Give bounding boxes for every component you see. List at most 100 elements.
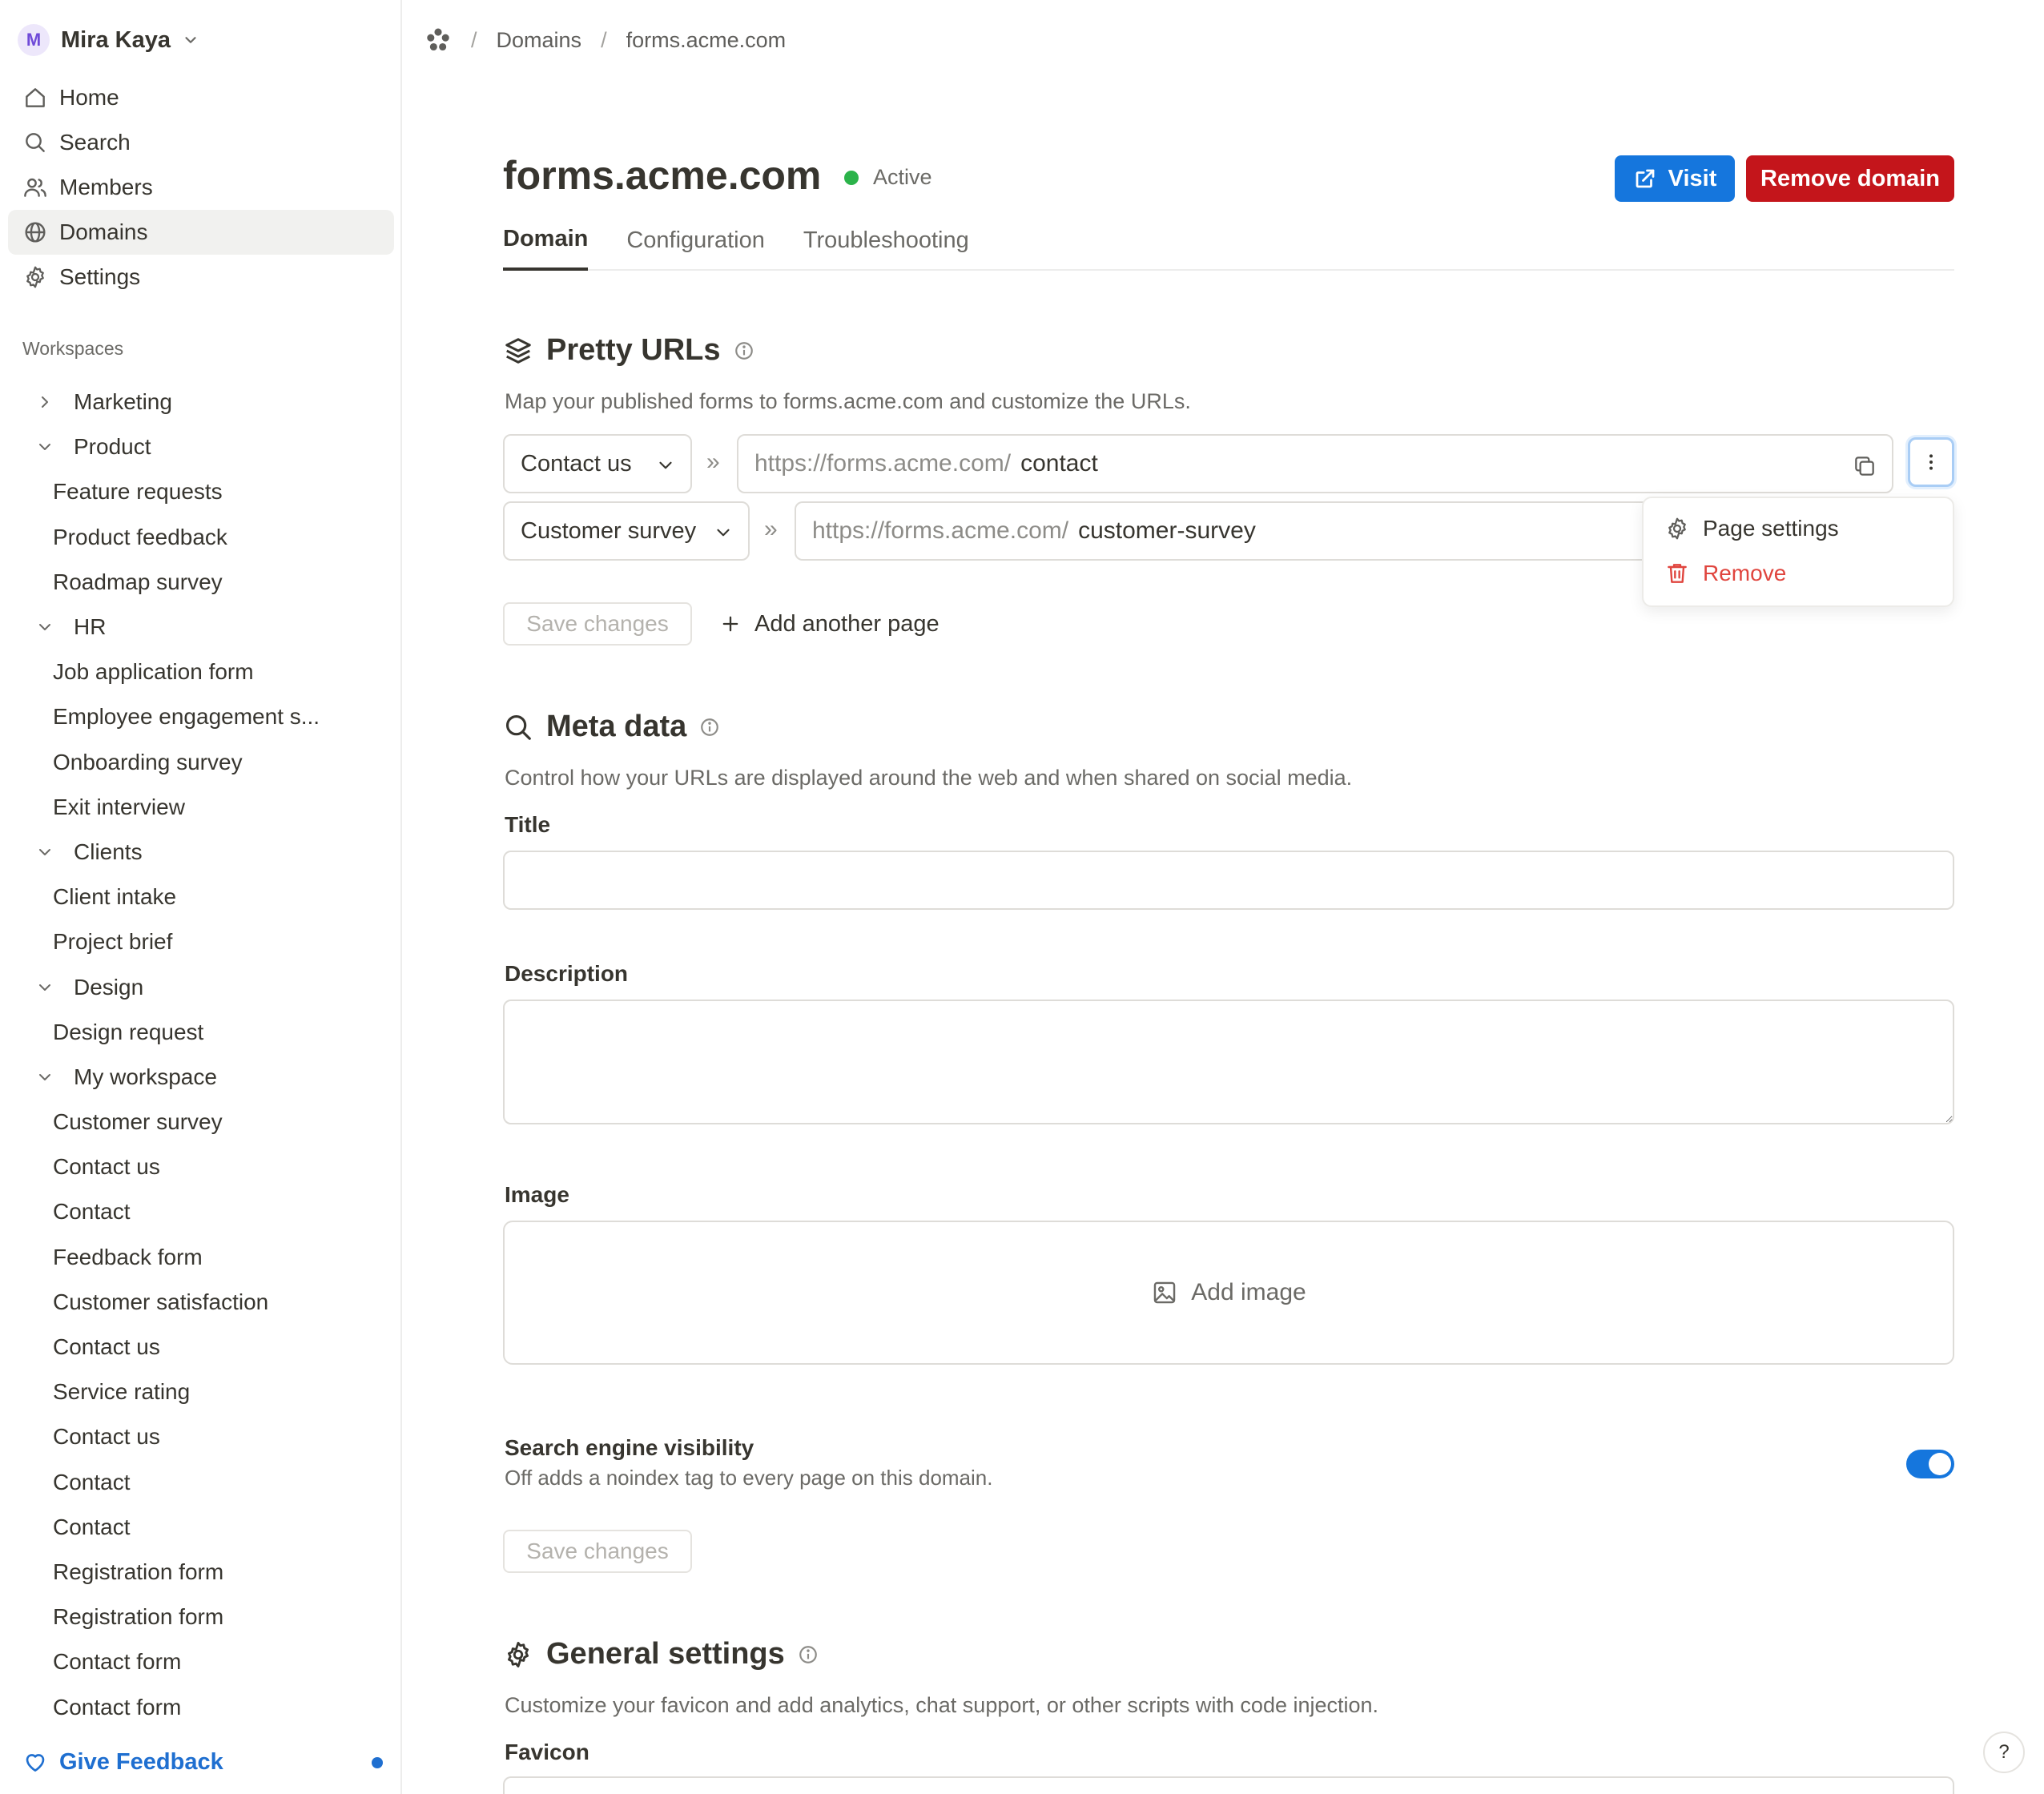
members-icon <box>24 178 46 197</box>
image-dropzone[interactable]: Add image <box>503 1221 1954 1365</box>
status-dot <box>844 170 859 185</box>
info-icon[interactable] <box>798 1644 819 1665</box>
tab-bar: Domain Configuration Troubleshooting <box>503 210 1954 271</box>
url-slug-input[interactable]: https://forms.acme.com/ customer-survey <box>795 501 1644 561</box>
url-slug: customer-survey <box>1078 517 1256 544</box>
seo-visibility-title: Search engine visibility <box>505 1435 754 1460</box>
save-changes-button[interactable]: Save changes <box>503 1530 692 1573</box>
home-icon <box>26 88 45 107</box>
workspace-group[interactable]: Product <box>0 424 400 469</box>
workspace-form-item[interactable]: Feedback form <box>0 1235 400 1280</box>
mapping-arrow: » <box>706 448 720 475</box>
workspace-group[interactable]: Clients <box>0 830 400 875</box>
workspace-form-item[interactable]: Customer satisfaction <box>0 1280 400 1325</box>
menu-item-page-settings[interactable]: Page settings <box>1664 516 1839 541</box>
workspace-form-item[interactable]: Registration form <box>0 1550 400 1595</box>
info-icon[interactable] <box>734 340 754 361</box>
tab-configuration[interactable]: Configuration <box>626 210 765 271</box>
workspace-form-item[interactable]: Roadmap survey <box>0 560 400 605</box>
workspace-form-item[interactable]: Customer survey <box>0 1100 400 1144</box>
nav-item-settings[interactable]: Settings <box>8 255 394 300</box>
main-nav: Home Search Members Domains Settings <box>8 75 394 300</box>
page-select[interactable]: Customer survey <box>503 501 750 561</box>
app-logo-icon[interactable] <box>424 26 452 54</box>
info-icon[interactable] <box>699 717 720 738</box>
workspace-form-item[interactable]: Design request <box>0 1010 400 1055</box>
workspace-form-item[interactable]: Service rating <box>0 1370 400 1414</box>
pretty-urls-description: Map your published forms to forms.acme.c… <box>505 389 1191 413</box>
nav-item-members[interactable]: Members <box>8 165 394 210</box>
workspace-form-item[interactable]: Contact form <box>0 1684 400 1729</box>
workspace-form-item[interactable]: Job application form <box>0 650 400 694</box>
workspace-form-item[interactable]: Product feedback <box>0 515 400 560</box>
copy-icon[interactable] <box>1852 453 1877 479</box>
add-another-page-label: Add another page <box>754 610 940 637</box>
give-feedback-button[interactable]: Give Feedback <box>22 1741 383 1783</box>
image-label: Image <box>505 1182 569 1207</box>
nav-item-domains[interactable]: Domains <box>8 210 394 255</box>
chevron-down-icon <box>717 529 730 537</box>
workspace-form-item[interactable]: Registration form <box>0 1595 400 1639</box>
gear-icon <box>508 1641 529 1667</box>
nav-item-label: Settings <box>59 264 141 289</box>
chevron-down-icon <box>39 848 50 855</box>
tab-troubleshooting[interactable]: Troubleshooting <box>803 210 969 271</box>
workspace-form-item[interactable]: Client intake <box>0 875 400 919</box>
workspace-form-item[interactable]: Contact <box>0 1460 400 1505</box>
nav-item-label: Search <box>59 130 131 155</box>
menu-item-remove[interactable]: Remove <box>1664 561 1786 586</box>
seo-visibility-description: Off adds a noindex tag to every page on … <box>505 1466 993 1490</box>
workspace-group[interactable]: My workspace <box>0 1055 400 1100</box>
save-changes-button[interactable]: Save changes <box>503 602 692 646</box>
tab-domain[interactable]: Domain <box>503 210 589 271</box>
url-slug-input[interactable]: https://forms.acme.com/ contact <box>737 434 1893 493</box>
breadcrumb-domains[interactable]: Domains <box>497 28 582 53</box>
workspace-group-label: Design <box>74 974 144 1000</box>
workspace-group-label: Clients <box>74 839 143 864</box>
nav-item-label: Domains <box>59 219 148 244</box>
page-select[interactable]: Contact us <box>503 434 692 493</box>
seo-visibility-toggle[interactable] <box>1906 1450 1954 1478</box>
workspace-form-item[interactable]: Contact form <box>0 1639 400 1684</box>
meta-title-input[interactable] <box>503 851 1954 910</box>
favicon-upload[interactable] <box>503 1776 1954 1794</box>
nav-item-home[interactable]: Home <box>8 75 394 120</box>
workspace-group-label: Marketing <box>74 389 172 415</box>
external-link-icon <box>1636 169 1655 188</box>
workspace-group[interactable]: Design <box>0 964 400 1009</box>
meta-description-input[interactable] <box>503 1000 1954 1124</box>
meta-data-heading: Meta data <box>503 710 720 744</box>
search-icon <box>26 133 45 152</box>
add-another-page-button[interactable]: Add another page <box>719 602 940 646</box>
workspace-group[interactable]: Marketing <box>0 380 400 424</box>
help-button[interactable]: ? <box>1983 1732 2025 1773</box>
avatar: M <box>18 24 50 56</box>
visit-button[interactable]: Visit <box>1615 155 1735 202</box>
gear-icon <box>26 266 44 288</box>
remove-domain-button[interactable]: Remove domain <box>1746 155 1954 202</box>
workspace-group-label: HR <box>74 614 107 640</box>
workspace-form-item[interactable]: Employee engagement s... <box>0 694 400 739</box>
user-menu[interactable]: M Mira Kaya <box>18 19 199 61</box>
breadcrumb: / Domains / forms.acme.com <box>424 21 786 59</box>
workspace-form-item[interactable]: Contact us <box>0 1414 400 1459</box>
workspace-form-item[interactable]: Contact <box>0 1505 400 1550</box>
image-icon <box>1154 1281 1176 1304</box>
workspace-form-item[interactable]: Project brief <box>0 919 400 964</box>
workspace-form-item[interactable]: Contact <box>0 1189 400 1234</box>
status-label: Active <box>873 165 932 189</box>
pretty-urls-title: Pretty URLs <box>546 333 721 367</box>
row-actions-button[interactable] <box>1908 437 1954 487</box>
workspace-form-item[interactable]: Contact us <box>0 1325 400 1370</box>
workspace-form-item[interactable]: Feature requests <box>0 469 400 514</box>
workspace-form-item[interactable]: Contact us <box>0 1144 400 1189</box>
workspace-group[interactable]: HR <box>0 605 400 650</box>
sidebar: M Mira Kaya Home Search Members Domains … <box>0 0 402 1794</box>
workspace-form-item[interactable]: Exit interview <box>0 785 400 830</box>
workspace-form-item[interactable]: Onboarding survey <box>0 740 400 785</box>
notification-dot <box>372 1757 383 1768</box>
add-image-label: Add image <box>1191 1279 1306 1305</box>
url-prefix: https://forms.acme.com/ <box>812 517 1069 544</box>
workspace-tree: Marketing Product Feature requests Produ… <box>0 380 400 1730</box>
nav-item-search[interactable]: Search <box>8 120 394 165</box>
